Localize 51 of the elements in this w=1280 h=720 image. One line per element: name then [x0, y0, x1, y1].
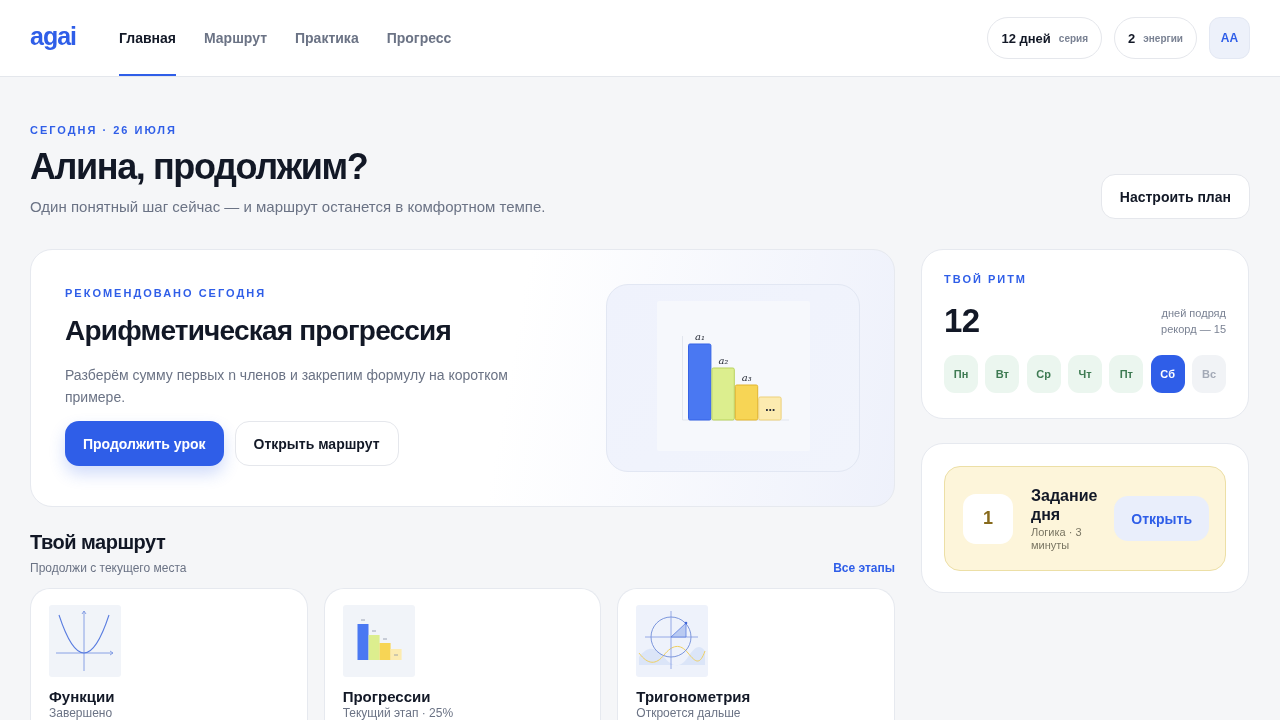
route-card-title: Функции [49, 688, 116, 706]
route-card-status: Откроется дальше [636, 706, 742, 720]
day-indicator: Сб [1150, 355, 1185, 393]
task-title: Задание дня [1031, 485, 1097, 524]
avatar[interactable]: АА [1209, 17, 1250, 59]
nav-tab[interactable]: Маршрут [203, 0, 267, 76]
open-task-button[interactable]: Открыть [1114, 496, 1209, 541]
bar-label: a₃ [741, 372, 752, 383]
stat-label: серия [1058, 32, 1089, 44]
route-card-title: Прогрессии [342, 688, 432, 706]
stat-value: 2 [1128, 30, 1136, 46]
day-indicator: Пт [1109, 355, 1144, 393]
date-eyebrow: СЕГОДНЯ · 26 ИЮЛЯ [30, 123, 178, 137]
nav-tab[interactable]: Главная [119, 0, 176, 76]
task-number: 1 [963, 493, 1013, 544]
section-eyebrow: ТВОЙ РИТМ [944, 272, 1029, 286]
day-indicator: Вт [985, 355, 1020, 393]
all-stages-link[interactable]: Все этапы [833, 561, 895, 575]
continue-lesson-button[interactable]: Продолжить урок [65, 421, 224, 466]
parabola-graph-drawing [49, 605, 121, 677]
route-card-title: Тригонометрия [636, 688, 752, 706]
task-meta: Логика · 3 минуты [1031, 525, 1083, 552]
day-indicator: Ср [1026, 355, 1061, 393]
open-route-button[interactable]: Открыть маршрут [234, 421, 399, 466]
day-indicator: Пн [944, 355, 978, 393]
logo[interactable]: agai [30, 0, 77, 76]
nav-tab[interactable]: Практика [295, 0, 359, 76]
day-indicator: Вс [1191, 355, 1226, 393]
route-card-status: Завершено [49, 706, 114, 720]
bar-label: a₁ [694, 331, 705, 342]
route-card[interactable]: Тригонометрия Откроется дальше [617, 588, 895, 720]
stat-value: 12 дней [1001, 30, 1051, 46]
plan-settings-button[interactable]: Настроить план [1100, 174, 1250, 219]
bar-label: a₂ [717, 355, 728, 366]
page-subtitle: Один понятный шаг сейчас — и маршрут останется в комфортном темпе. [30, 197, 546, 217]
lesson-title: Арифметическая прогрессия [65, 314, 453, 348]
lesson-description: Разберём сумму первых n членов и закрепим формулу на коротком примере. [65, 366, 509, 407]
bar-ellipsis: … [764, 402, 775, 413]
section-eyebrow: РЕКОМЕНДОВАНО СЕГОДНЯ [65, 286, 268, 300]
section-subtitle: Продолжи с текущего места [30, 561, 187, 575]
streak-label: дней подряд [1161, 306, 1226, 321]
route-card[interactable]: Функции Завершено [30, 588, 308, 720]
stat-label: энергии [1143, 32, 1183, 44]
day-indicator: Чт [1068, 355, 1102, 393]
record-label: рекорд — 15 [1161, 322, 1226, 337]
page-title: Алина, продолжим? [30, 145, 369, 189]
streak-count: 12 [944, 302, 980, 340]
route-card-status: Текущий этап · 25% [342, 706, 455, 720]
route-card[interactable]: Прогрессии Текущий этап · 25% [323, 588, 602, 720]
section-title: Твой маршрут [30, 530, 167, 554]
nav-tab[interactable]: Прогресс [386, 0, 452, 76]
